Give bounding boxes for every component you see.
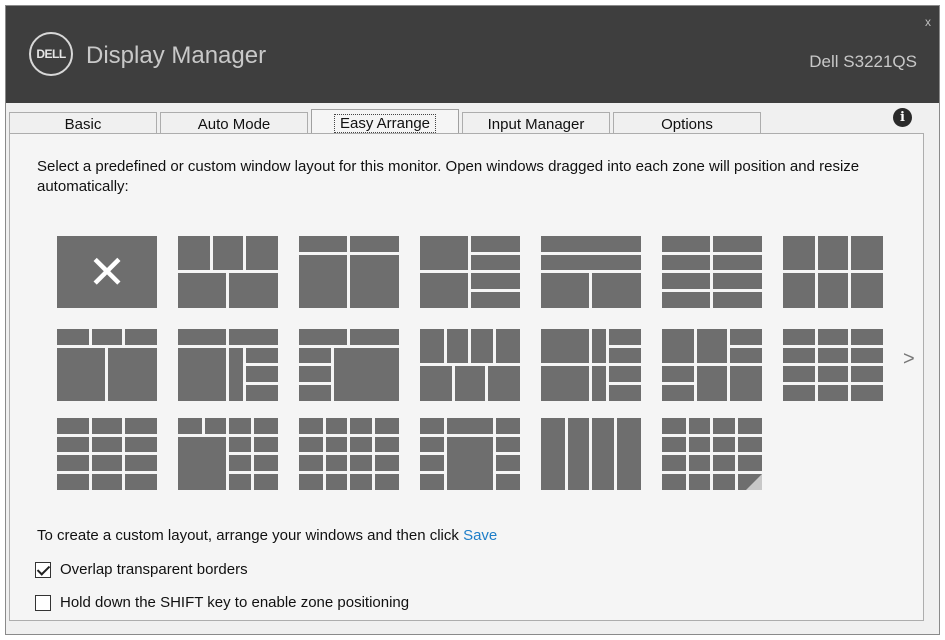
shift-checkbox[interactable] xyxy=(35,594,51,611)
overlap-label: Overlap transparent borders xyxy=(60,561,248,578)
layout-tile[interactable] xyxy=(541,418,641,490)
tab-easy-arrange[interactable]: Easy Arrange xyxy=(311,109,459,136)
layout-tile-none[interactable]: ✕ xyxy=(57,236,157,308)
layout-tile[interactable] xyxy=(178,329,278,401)
instructions-text: Select a predefined or custom window lay… xyxy=(37,158,860,195)
next-page-arrow[interactable]: > xyxy=(903,348,915,371)
layout-tile[interactable] xyxy=(783,236,883,308)
info-icon[interactable]: i xyxy=(893,108,912,127)
layout-tile[interactable] xyxy=(178,236,278,308)
close-icon[interactable]: x xyxy=(925,16,931,28)
layout-tile[interactable] xyxy=(178,418,278,490)
layout-tile[interactable] xyxy=(541,329,641,401)
layout-tile[interactable] xyxy=(57,329,157,401)
app-title: Display Manager xyxy=(86,42,267,69)
tab-label: Easy Arrange xyxy=(333,113,437,133)
shift-label: Hold down the SHIFT key to enable zone p… xyxy=(60,594,410,611)
close-icon: ✕ xyxy=(87,246,127,298)
layout-tile[interactable] xyxy=(299,329,399,401)
layout-tile[interactable] xyxy=(662,329,762,401)
tab-bar: Basic Auto Mode Easy Arrange Input Manag… xyxy=(9,109,764,136)
tab-label: Options xyxy=(661,116,713,133)
overlap-checkbox[interactable] xyxy=(35,561,51,578)
custom-corner-icon xyxy=(746,474,762,490)
layout-tile[interactable] xyxy=(420,329,520,401)
dell-logo: DELL xyxy=(29,32,73,76)
layout-tile[interactable] xyxy=(662,236,762,308)
layout-tile[interactable] xyxy=(299,236,399,308)
layout-tile[interactable] xyxy=(420,418,520,490)
layout-tile[interactable] xyxy=(783,329,883,401)
custom-layout-line: To create a custom layout, arrange your … xyxy=(37,527,497,544)
tab-label: Auto Mode xyxy=(197,116,271,133)
monitor-model: Dell S3221QS xyxy=(809,52,917,71)
custom-layout-text: To create a custom layout, arrange your … xyxy=(37,527,459,544)
layout-tile[interactable] xyxy=(420,236,520,308)
layout-tile[interactable] xyxy=(299,418,399,490)
tab-label: Basic xyxy=(64,116,102,133)
overlap-option: Overlap transparent borders xyxy=(35,561,248,578)
title-bar: DELL Display Manager Dell S3221QS x xyxy=(6,6,939,103)
shift-option: Hold down the SHIFT key to enable zone p… xyxy=(35,594,409,611)
layout-tile-custom[interactable] xyxy=(662,418,762,490)
save-link[interactable]: Save xyxy=(463,527,497,544)
layout-tile[interactable] xyxy=(57,418,157,490)
layout-tile[interactable] xyxy=(541,236,641,308)
tab-label: Input Manager xyxy=(487,116,585,133)
